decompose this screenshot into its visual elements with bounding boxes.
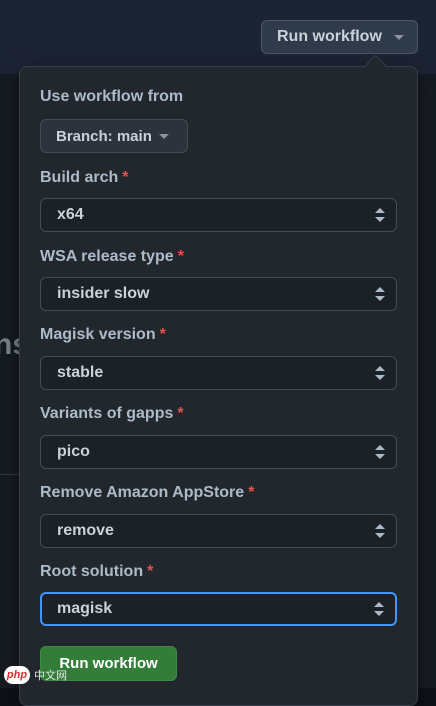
select-value: x64: [57, 206, 84, 223]
wsa-release-type-select[interactable]: insider slow: [40, 277, 397, 311]
caret-down-icon: [158, 133, 169, 139]
background-divider: [0, 474, 20, 475]
magisk-version-select[interactable]: stable: [40, 356, 397, 390]
required-marker: *: [122, 169, 129, 186]
wsa-release-type-label: WSA release type *: [40, 248, 184, 266]
use-workflow-from-label: Use workflow from: [40, 88, 184, 105]
root-solution-label: Root solution *: [40, 563, 153, 581]
required-marker: *: [159, 326, 166, 343]
branch-select-label: Branch: main: [56, 127, 152, 145]
up-down-arrows-icon: [375, 287, 385, 301]
watermark-text: 中文网: [34, 670, 67, 682]
up-down-arrows-icon: [375, 445, 385, 459]
field-label-text: Root solution: [40, 563, 144, 580]
select-value: remove: [57, 522, 114, 539]
build-arch-select[interactable]: x64: [40, 198, 397, 232]
select-value: pico: [57, 443, 90, 460]
magisk-version-label: Magisk version *: [40, 326, 166, 344]
site-watermark: php 中文网: [4, 666, 67, 684]
field-label-text: Variants of gapps: [40, 405, 174, 422]
variants-of-gapps-select[interactable]: pico: [40, 435, 397, 469]
required-marker: *: [177, 405, 184, 422]
build-arch-label: Build arch *: [40, 169, 128, 187]
up-down-arrows-icon: [375, 524, 385, 538]
run-workflow-dropdown-label: Run workflow: [277, 28, 382, 45]
remove-amazon-appstore-label: Remove Amazon AppStore *: [40, 484, 254, 502]
required-marker: *: [147, 563, 154, 580]
root-solution-select[interactable]: magisk: [40, 592, 397, 626]
remove-amazon-appstore-select[interactable]: remove: [40, 514, 397, 548]
required-marker: *: [248, 484, 255, 501]
required-marker: *: [177, 248, 184, 265]
php-logo-icon: php: [4, 666, 30, 684]
up-down-arrows-icon: [375, 366, 385, 380]
field-label-text: Magisk version: [40, 326, 156, 343]
field-label-text: WSA release type: [40, 248, 174, 265]
caret-down-icon: [393, 34, 404, 40]
select-value: insider slow: [57, 285, 150, 302]
up-down-arrows-icon: [374, 602, 384, 616]
run-workflow-dropdown-button[interactable]: Run workflow: [261, 20, 418, 54]
up-down-arrows-icon: [375, 208, 385, 222]
variants-of-gapps-label: Variants of gapps *: [40, 405, 184, 423]
field-label-text: Remove Amazon AppStore: [40, 484, 245, 501]
select-value: magisk: [57, 600, 113, 617]
branch-select-button[interactable]: Branch: main: [40, 119, 188, 153]
field-label-text: Build arch: [40, 169, 119, 186]
select-value: stable: [57, 364, 104, 381]
